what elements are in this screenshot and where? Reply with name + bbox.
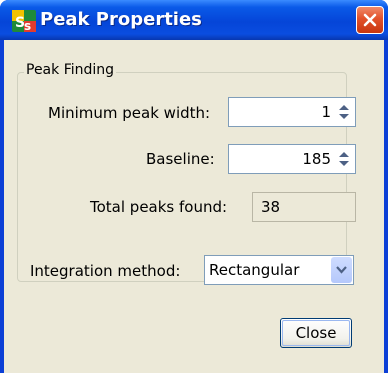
svg-text:s: s xyxy=(24,19,31,32)
window-title: Peak Properties xyxy=(40,9,202,30)
chevron-down-icon[interactable] xyxy=(331,257,352,283)
total-peaks-value: 38 xyxy=(261,198,281,216)
close-icon[interactable] xyxy=(356,6,384,34)
app-logo-icon: S s xyxy=(12,10,36,33)
min-peak-width-label: Minimum peak width: xyxy=(48,104,211,122)
integration-method-value[interactable]: Rectangular xyxy=(209,261,299,279)
spinner-arrows-icon[interactable] xyxy=(336,102,352,122)
total-peaks-field: 38 xyxy=(252,192,356,222)
title-bar[interactable]: S s Peak Properties xyxy=(0,0,388,40)
dialog-window: S s Peak Properties Peak Finding Minimum… xyxy=(0,0,388,373)
integration-method-label: Integration method: xyxy=(30,262,181,280)
spinner-arrows-icon[interactable] xyxy=(336,149,352,169)
baseline-value[interactable]: 185 xyxy=(302,150,331,168)
close-button[interactable]: Close xyxy=(280,318,352,348)
min-peak-width-spinner[interactable]: 1 xyxy=(228,97,356,127)
dialog-client-area: Peak Finding Minimum peak width: 1 Basel… xyxy=(4,40,384,373)
baseline-spinner[interactable]: 185 xyxy=(228,144,356,174)
group-label: Peak Finding xyxy=(24,62,117,78)
total-peaks-label: Total peaks found: xyxy=(90,198,228,216)
min-peak-width-value[interactable]: 1 xyxy=(321,103,331,121)
integration-method-select[interactable]: Rectangular xyxy=(204,255,354,285)
baseline-label: Baseline: xyxy=(146,150,215,168)
